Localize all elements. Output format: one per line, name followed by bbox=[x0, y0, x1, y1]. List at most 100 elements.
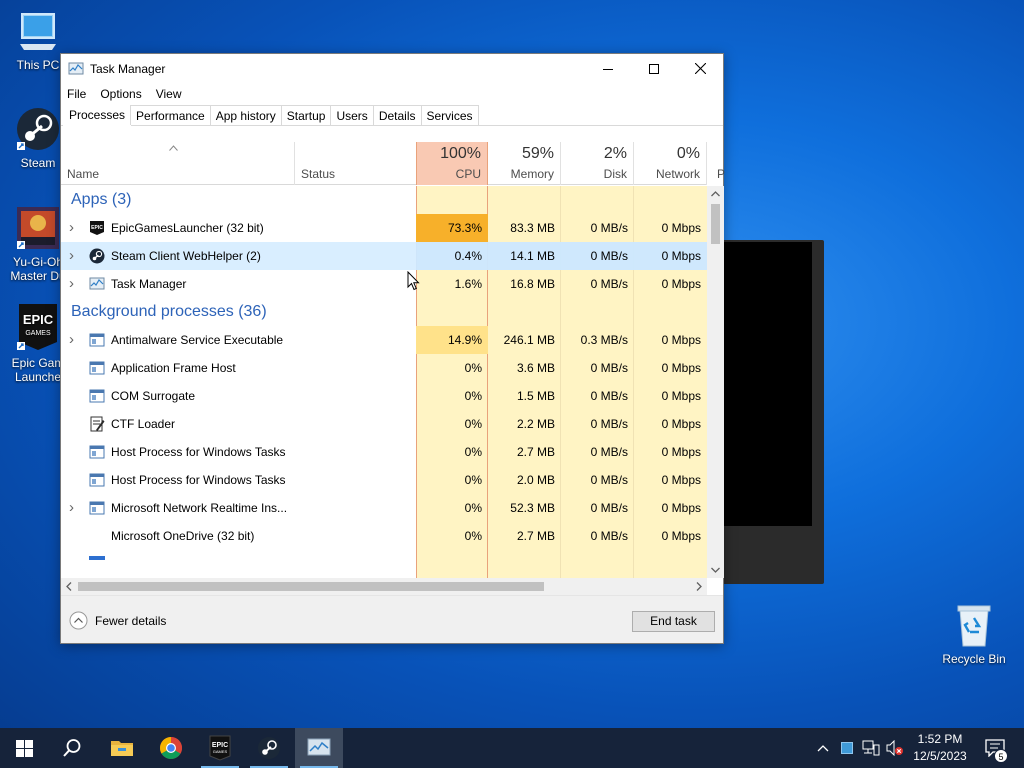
expand-chevron-icon[interactable]: › bbox=[69, 270, 74, 298]
task-manager-icon bbox=[89, 276, 105, 292]
svg-text:EPIC: EPIC bbox=[23, 312, 54, 327]
task-manager-window: Task Manager File Options View Processes… bbox=[60, 53, 725, 644]
epic-games-icon: EPIC GAMES bbox=[17, 304, 57, 350]
action-center-button[interactable]: 5 bbox=[980, 728, 1010, 768]
expand-chevron-icon[interactable]: › bbox=[69, 494, 74, 522]
menu-view[interactable]: View bbox=[156, 87, 182, 101]
column-label: Network bbox=[655, 167, 700, 181]
process-row[interactable]: › EPIC EpicGamesLauncher (32 bit) 73.3% 83.3… bbox=[61, 214, 707, 242]
svg-text:EPIC: EPIC bbox=[91, 225, 103, 231]
desktop-icon-recycle-bin[interactable]: Recycle Bin bbox=[936, 602, 1012, 666]
process-memory-value: 1.5 MB bbox=[516, 389, 555, 403]
fewer-details-button[interactable]: Fewer details bbox=[69, 611, 166, 630]
process-name: Host Process for Windows Tasks bbox=[111, 473, 286, 487]
title-bar[interactable]: Task Manager bbox=[61, 54, 723, 83]
tab-strip: Processes Performance App history Startu… bbox=[61, 104, 723, 126]
process-row[interactable]: Application Frame Host 0% 3.6 MB 0 MB/s 0 Mb… bbox=[61, 354, 707, 382]
process-row[interactable]: › Steam Client WebHelper (2) 0.4% 14.1 MB 0 … bbox=[61, 242, 707, 270]
process-row[interactable]: CTF Loader 0% 2.2 MB 0 MB/s 0 Mbps bbox=[61, 410, 707, 438]
search-icon bbox=[63, 739, 81, 757]
vertical-scrollbar[interactable] bbox=[707, 186, 724, 578]
tray-app-icon[interactable] bbox=[838, 728, 856, 768]
tab-users[interactable]: Users bbox=[330, 105, 374, 125]
vertical-scroll-thumb[interactable] bbox=[711, 204, 720, 244]
process-memory-value: 83.3 MB bbox=[510, 221, 555, 235]
tab-performance[interactable]: Performance bbox=[130, 105, 211, 125]
start-button[interactable] bbox=[0, 728, 48, 768]
tab-app-history[interactable]: App history bbox=[209, 105, 282, 125]
horizontal-scrollbar[interactable] bbox=[61, 578, 707, 595]
tab-services[interactable]: Services bbox=[420, 105, 479, 125]
column-header-power-partial[interactable]: P bbox=[717, 167, 725, 181]
network-total-percent: 0% bbox=[676, 145, 700, 162]
process-name: Microsoft Network Realtime Ins... bbox=[111, 501, 288, 515]
process-row[interactable]: Microsoft OneDrive (32 bit) 0% 2.7 MB 0 MB/… bbox=[61, 522, 707, 550]
expand-chevron-icon[interactable]: › bbox=[69, 326, 74, 354]
process-disk-value: 0 MB/s bbox=[590, 445, 628, 459]
taskbar-chrome[interactable] bbox=[147, 728, 195, 768]
partial-row-icon bbox=[89, 556, 105, 560]
taskbar-steam[interactable] bbox=[245, 728, 293, 768]
end-task-button[interactable]: End task bbox=[632, 611, 715, 632]
column-header-memory[interactable]: 59% Memory bbox=[488, 142, 561, 185]
process-cpu-value: 14.9% bbox=[416, 326, 488, 354]
process-memory-value: 2.0 MB bbox=[516, 473, 555, 487]
fewer-details-label: Fewer details bbox=[95, 613, 167, 628]
tab-startup[interactable]: Startup bbox=[280, 105, 332, 125]
horizontal-scroll-thumb[interactable] bbox=[78, 582, 544, 591]
process-cpu-value: 0% bbox=[464, 445, 482, 459]
process-row[interactable]: › Microsoft Network Realtime Ins... 0% 52.3… bbox=[61, 494, 707, 522]
column-header-row: Name Status 100% CPU 59% Memory 2% Disk 0% N… bbox=[61, 142, 707, 185]
tray-network[interactable] bbox=[860, 728, 882, 768]
column-header-name[interactable]: Name bbox=[61, 142, 295, 185]
process-network-value: 0 Mbps bbox=[661, 529, 701, 543]
column-header-cpu[interactable]: 100% CPU bbox=[416, 142, 488, 185]
tray-volume[interactable] bbox=[884, 728, 906, 768]
svg-text:GAMES: GAMES bbox=[25, 330, 51, 337]
process-disk-value: 0 MB/s bbox=[590, 361, 628, 375]
process-memory-value: 2.7 MB bbox=[516, 445, 555, 459]
process-name: EpicGamesLauncher (32 bit) bbox=[111, 221, 264, 235]
expand-chevron-icon[interactable]: › bbox=[69, 214, 74, 242]
memory-total-percent: 59% bbox=[521, 145, 554, 162]
tab-details[interactable]: Details bbox=[372, 105, 422, 125]
process-cpu-value: 0% bbox=[464, 389, 482, 403]
close-button[interactable] bbox=[677, 54, 723, 83]
tray-overflow-button[interactable] bbox=[814, 728, 832, 768]
process-name: CTF Loader bbox=[111, 417, 176, 431]
maximize-button[interactable] bbox=[631, 54, 677, 83]
taskbar-clock[interactable]: 1:52 PM 12/5/2023 bbox=[905, 731, 975, 765]
expand-chevron-icon[interactable]: › bbox=[69, 242, 74, 270]
taskbar-epic-games[interactable]: EPIC GAMES bbox=[196, 728, 244, 768]
process-disk-value: 0.3 MB/s bbox=[580, 333, 628, 347]
process-network-value: 0 Mbps bbox=[634, 242, 707, 270]
menu-file[interactable]: File bbox=[67, 87, 86, 101]
column-label: Disk bbox=[603, 167, 627, 181]
minimize-icon bbox=[603, 68, 613, 70]
ctf-loader-icon bbox=[89, 416, 105, 432]
service-window-icon bbox=[89, 444, 105, 460]
windows-logo-icon bbox=[15, 739, 33, 757]
minimize-button[interactable] bbox=[585, 54, 631, 83]
process-network-value: 0 Mbps bbox=[661, 417, 701, 431]
background-window[interactable] bbox=[720, 240, 824, 584]
tab-processes[interactable]: Processes bbox=[63, 104, 132, 126]
search-button[interactable] bbox=[48, 728, 96, 768]
steam-icon bbox=[258, 737, 280, 759]
process-row[interactable]: Host Process for Windows Tasks 0% 2.0 MB 0 … bbox=[61, 466, 707, 494]
clock-date: 12/5/2023 bbox=[913, 749, 967, 763]
taskbar-task-manager[interactable] bbox=[295, 728, 343, 768]
taskbar-file-explorer[interactable] bbox=[98, 728, 146, 768]
column-header-status[interactable]: Status bbox=[295, 142, 416, 185]
process-row[interactable]: COM Surrogate 0% 1.5 MB 0 MB/s 0 Mbps bbox=[61, 382, 707, 410]
process-row[interactable]: › Task Manager 1.6% 16.8 MB 0 MB/s 0 Mbps bbox=[61, 270, 707, 298]
menu-options[interactable]: Options bbox=[100, 87, 141, 101]
steam-icon bbox=[89, 248, 105, 264]
mouse-cursor-icon bbox=[407, 271, 420, 291]
column-header-disk[interactable]: 2% Disk bbox=[561, 142, 634, 185]
column-header-network[interactable]: 0% Network bbox=[634, 142, 707, 185]
computer-icon bbox=[20, 13, 56, 50]
process-row[interactable]: › Antimalware Service Executable 14.9% 246.… bbox=[61, 326, 707, 354]
process-row[interactable]: Host Process for Windows Tasks 0% 2.7 MB 0 … bbox=[61, 438, 707, 466]
desktop-icon-label: Recycle Bin bbox=[942, 652, 1006, 666]
